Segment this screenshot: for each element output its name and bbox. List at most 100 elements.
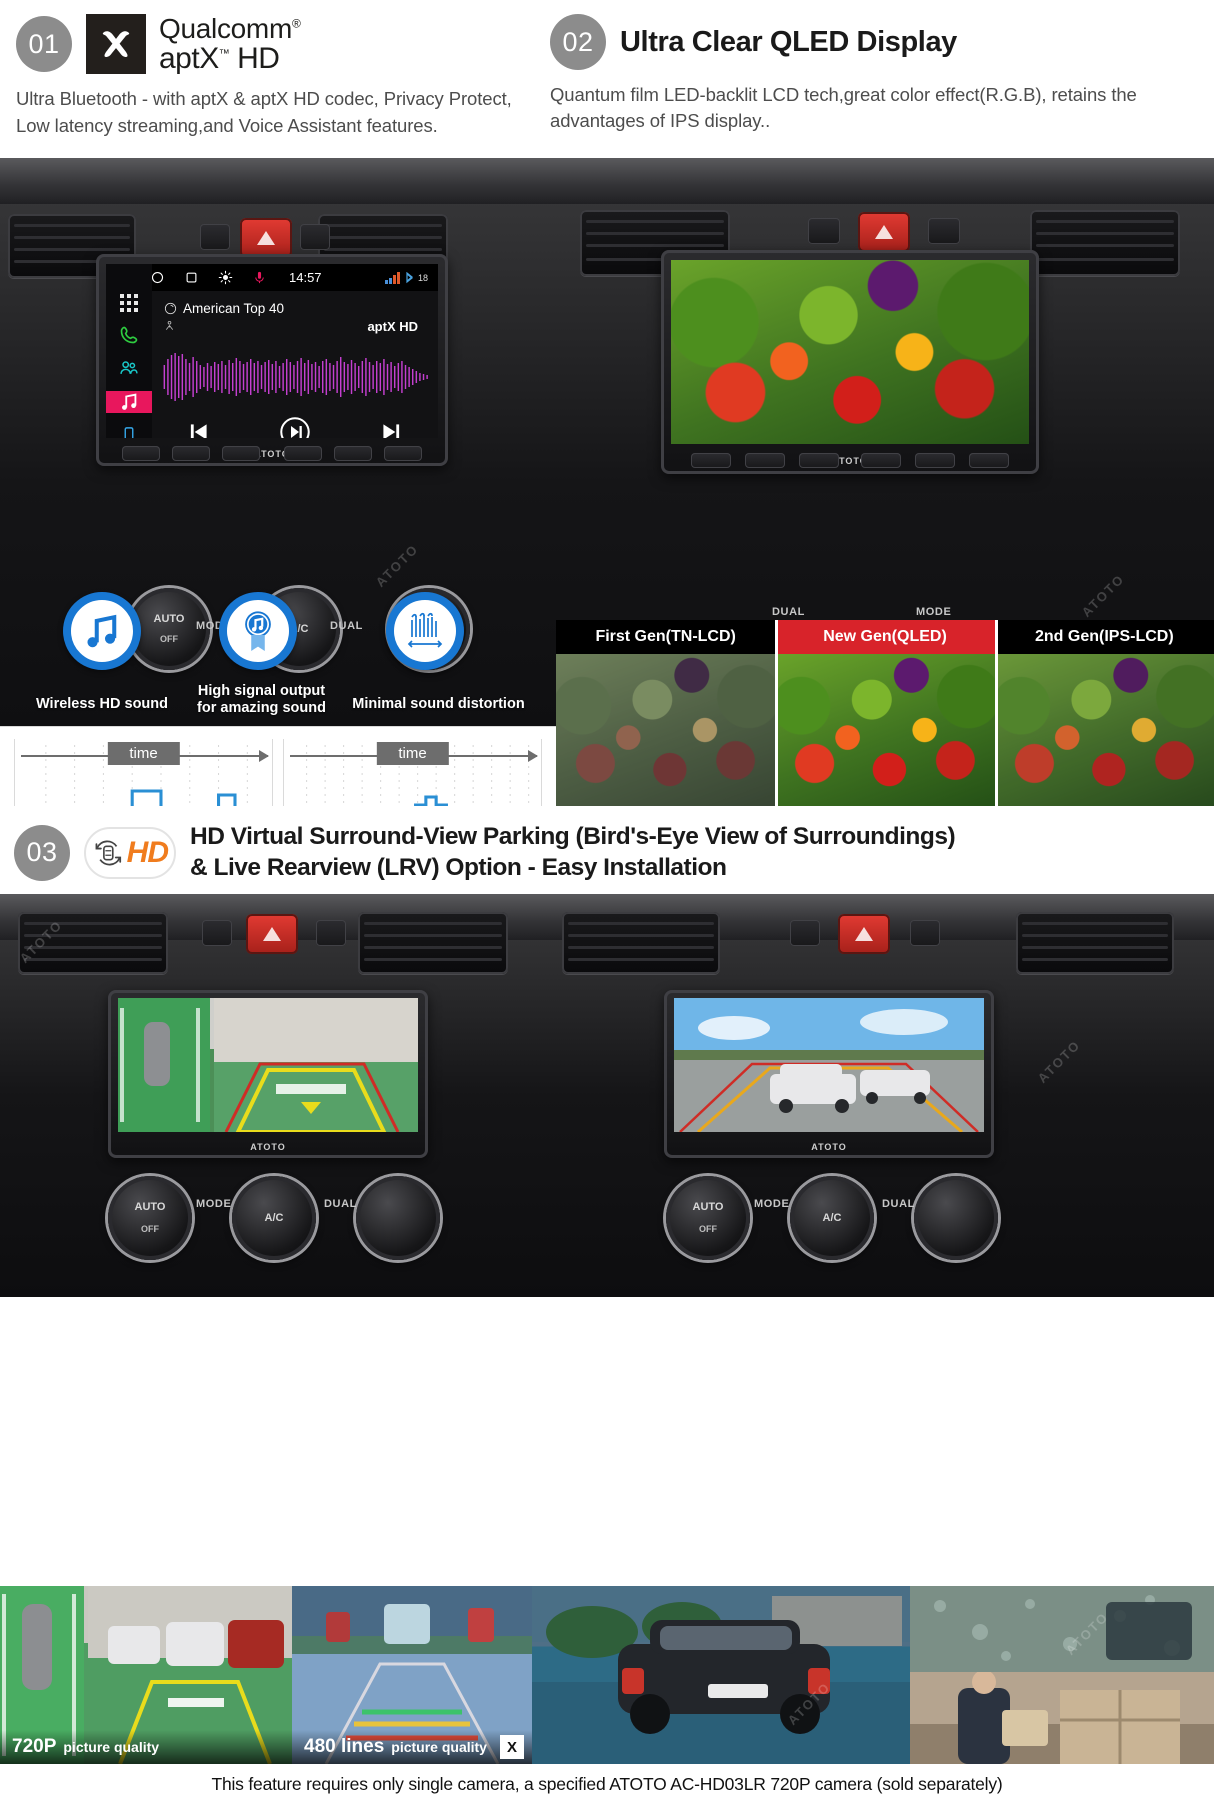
rearview-guidelines-overlay bbox=[674, 997, 984, 1132]
phonelink-icon[interactable] bbox=[116, 426, 142, 438]
top-headers: 01 Qualcomm® aptX™ HD Ultra Bluetooth - … bbox=[0, 0, 1214, 158]
hd-wordmark: HD bbox=[237, 42, 280, 76]
knob-ac-label-3: A/C bbox=[264, 1211, 284, 1224]
aptx-hd-badge: aptX HD bbox=[367, 319, 418, 334]
comparison-column-first-gen: First Gen(TN-LCD) bbox=[556, 620, 776, 806]
hu2-key-brightness-down[interactable] bbox=[745, 453, 785, 468]
comparison-label-second-gen: 2nd Gen(IPS-LCD) bbox=[994, 620, 1214, 654]
surround-view-hd-icon: HD bbox=[84, 826, 176, 879]
atoto-brand-logo-4: ATOTO bbox=[811, 1141, 847, 1152]
climate-knob-temp-3[interactable]: AUTO OFF bbox=[108, 1175, 192, 1260]
feature-caption-3: Minimal sound distortion bbox=[352, 696, 525, 712]
hu2-key-eject[interactable] bbox=[969, 453, 1009, 468]
watermark: ATOTO bbox=[372, 541, 422, 590]
head-unit-bezel: 14:57 18 American Top 40 aptX HD ATOTO bbox=[96, 254, 448, 466]
feature-caption-2: High signal output for amazing sound bbox=[184, 683, 339, 717]
knob-auto-label-4: AUTO bbox=[692, 1200, 724, 1213]
rejected-x-icon: X bbox=[499, 1735, 524, 1759]
dash-button-right-4[interactable] bbox=[910, 919, 940, 946]
hu-key-next[interactable] bbox=[334, 446, 372, 461]
quality-cell-480: 480 lines picture quality X bbox=[292, 1586, 532, 1764]
music-note-icon bbox=[87, 614, 117, 648]
dash-button-right-3[interactable] bbox=[316, 919, 346, 946]
knob-auto-label: AUTO bbox=[153, 613, 185, 625]
battery-level: 18 bbox=[417, 272, 428, 283]
air-vent-right-4 bbox=[1016, 911, 1174, 974]
play-pause-icon[interactable] bbox=[279, 416, 311, 438]
dash-button-left[interactable] bbox=[200, 224, 230, 250]
quality-label-480: 480 lines picture quality X bbox=[292, 1730, 532, 1764]
watermark-4: ATOTO bbox=[1034, 1036, 1084, 1086]
dash-button-left-4[interactable] bbox=[790, 919, 820, 946]
phone-icon[interactable] bbox=[116, 325, 142, 345]
hu2-key-prev[interactable] bbox=[861, 453, 901, 468]
mic-icon[interactable] bbox=[252, 270, 267, 285]
live-rearview-screen[interactable] bbox=[674, 997, 984, 1132]
vehicle-photo-art bbox=[532, 1586, 910, 1764]
hu-key-volume[interactable] bbox=[122, 446, 160, 461]
quality-cell-vehicle-photo: ATOTO bbox=[532, 1586, 910, 1764]
contacts-icon[interactable] bbox=[116, 358, 142, 378]
dash-button-right[interactable] bbox=[300, 224, 330, 250]
qualcomm-aptx-logo: Qualcomm® aptX™ HD bbox=[86, 14, 301, 74]
quality-suffix-720p: picture quality bbox=[63, 1739, 160, 1755]
climate-mode-label-4: MODE bbox=[754, 1197, 790, 1210]
comparison-column-second-gen: 2nd Gen(IPS-LCD) bbox=[994, 620, 1214, 806]
section-03-title-line1: HD Virtual Surround-View Parking (Bird's… bbox=[190, 823, 956, 850]
climate-knob-vent-4[interactable] bbox=[914, 1175, 998, 1260]
head-unit-screen[interactable]: 14:57 18 American Top 40 aptX HD bbox=[106, 264, 438, 438]
artist-icon bbox=[165, 320, 174, 330]
hu-key-brightness-up[interactable] bbox=[222, 446, 260, 461]
android-status-bar: 14:57 18 bbox=[106, 264, 438, 291]
dash-button-left-2[interactable] bbox=[808, 218, 840, 244]
feature-circle-2 bbox=[219, 592, 297, 670]
climate-knob-fan-3[interactable]: A/C bbox=[232, 1175, 316, 1260]
surround-view-screen[interactable] bbox=[118, 997, 418, 1132]
hu2-key-brightness-up[interactable] bbox=[799, 453, 839, 468]
section-03-header: 03 HD HD Virtual Surround-View Parking (… bbox=[0, 806, 1214, 894]
section-number-badge-01: 01 bbox=[16, 16, 72, 73]
hu2-key-volume[interactable] bbox=[691, 453, 731, 468]
air-vent-left-4 bbox=[562, 911, 720, 974]
hazard-light-button[interactable] bbox=[240, 218, 292, 258]
qled-dash-photo: ATOTO DUAL MODE First Gen(TN-LCD) New Ge… bbox=[556, 158, 1214, 806]
climate-knob-vent-3[interactable] bbox=[356, 1175, 440, 1260]
hd-badge-text: HD bbox=[126, 835, 169, 869]
aptx-wordmark: aptX bbox=[159, 42, 219, 76]
hazard-light-button-4[interactable] bbox=[838, 913, 890, 954]
climate-knob-temp-4[interactable]: AUTO OFF bbox=[666, 1175, 750, 1260]
knob-auto-label-3: AUTO bbox=[134, 1200, 166, 1213]
air-vent-left-3 bbox=[18, 911, 168, 974]
next-icon[interactable] bbox=[378, 419, 404, 438]
home-icon[interactable] bbox=[150, 270, 165, 285]
camera-quality-strip: 720P picture quality 480 lines picture q bbox=[0, 1586, 1214, 1764]
footer-note: This feature requires only single camera… bbox=[0, 1764, 1214, 1804]
dash-button-right-2[interactable] bbox=[928, 218, 960, 244]
section-number-badge-03: 03 bbox=[14, 824, 70, 881]
climate-mode-label-2: MODE bbox=[916, 606, 952, 618]
previous-icon[interactable] bbox=[186, 419, 212, 438]
climate-dual-label: DUAL bbox=[330, 620, 363, 632]
brightness-icon[interactable] bbox=[218, 270, 233, 285]
hazard-light-button-2[interactable] bbox=[858, 212, 910, 252]
section-01-header: 01 Qualcomm® aptX™ HD Ultra Bluetooth - … bbox=[0, 0, 540, 158]
music-icon[interactable] bbox=[106, 391, 152, 413]
produce-photo-tn-lcd bbox=[556, 654, 776, 806]
recents-icon[interactable] bbox=[184, 270, 199, 285]
qled-screen-demo[interactable] bbox=[671, 260, 1029, 444]
hazard-light-button-3[interactable] bbox=[246, 913, 298, 954]
registered-mark: ® bbox=[291, 16, 301, 31]
hu2-key-next[interactable] bbox=[915, 453, 955, 468]
apps-grid-icon[interactable] bbox=[116, 294, 142, 312]
aptx-x-icon bbox=[86, 14, 146, 75]
comparison-image-second-gen bbox=[994, 654, 1214, 806]
hu-key-prev[interactable] bbox=[284, 446, 322, 461]
now-playing-title-row: American Top 40 bbox=[164, 301, 428, 316]
hu-key-brightness-down[interactable] bbox=[172, 446, 210, 461]
dash-button-left-3[interactable] bbox=[202, 919, 232, 946]
hu-key-eject[interactable] bbox=[384, 446, 422, 461]
parking-dash-photo-right: ATOTO AUTO OFF A/C MODE DUAL ATOTO bbox=[532, 893, 1214, 1297]
head-unit-sidebar bbox=[106, 264, 152, 438]
feature-caption-1: Wireless HD sound bbox=[35, 696, 168, 712]
climate-knob-fan-4[interactable]: A/C bbox=[790, 1175, 874, 1260]
